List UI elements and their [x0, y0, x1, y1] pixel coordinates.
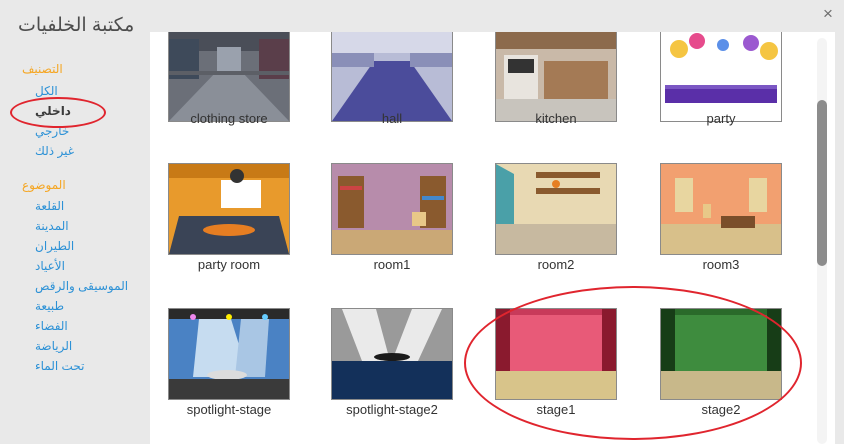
category-other[interactable]: غير ذلك — [35, 144, 74, 158]
theme-space[interactable]: الفضاء — [35, 319, 68, 333]
theme-music-dance[interactable]: الموسيقى والرقص — [35, 279, 128, 293]
backdrop-label: stage2 — [701, 402, 741, 417]
scrollbar-thumb[interactable] — [817, 100, 827, 266]
hall-thumbnail — [331, 32, 453, 122]
theme-heading: الموضوع — [22, 178, 66, 192]
room2-thumbnail — [495, 163, 617, 255]
category-indoors[interactable]: داخلي — [35, 104, 71, 118]
backdrop-label: stage1 — [536, 402, 576, 417]
theme-sports[interactable]: الرياضة — [35, 339, 72, 353]
theme-nature[interactable]: طبيعة — [35, 299, 64, 313]
vertical-scrollbar[interactable] — [817, 38, 827, 444]
stage1-thumbnail — [495, 308, 617, 400]
backdrop-label: room3 — [702, 257, 740, 272]
close-icon[interactable]: × — [823, 4, 833, 24]
party-room-thumbnail — [168, 163, 290, 255]
clothing-store-thumbnail — [168, 32, 290, 122]
backdrop-label: hall — [381, 111, 403, 126]
backdrop-label: kitchen — [535, 111, 577, 126]
category-outdoors[interactable]: خارجي — [35, 124, 69, 138]
spotlight-stage-thumbnail — [168, 308, 290, 400]
dialog-title: مكتبة الخلفيات — [18, 15, 135, 36]
kitchen-thumbnail — [495, 32, 617, 122]
theme-flying[interactable]: الطيران — [35, 239, 74, 253]
spotlight-stage2-thumbnail — [331, 308, 453, 400]
backdrop-label: spotlight-stage2 — [346, 402, 438, 417]
backdrop-label: party — [706, 111, 736, 126]
room1-thumbnail — [331, 163, 453, 255]
category-all[interactable]: الكل — [35, 84, 58, 98]
theme-holiday[interactable]: الأعياد — [35, 259, 65, 273]
stage2-thumbnail — [660, 308, 782, 400]
backdrop-label: room2 — [537, 257, 575, 272]
backdrop-label: party room — [197, 257, 261, 272]
backdrop-grid: clothing store hall kitchen party party … — [150, 32, 835, 444]
room3-thumbnail — [660, 163, 782, 255]
backdrop-label: room1 — [373, 257, 411, 272]
party-thumbnail — [660, 32, 782, 122]
theme-city[interactable]: المدينة — [35, 219, 69, 233]
category-heading: التصنيف — [22, 62, 63, 76]
theme-castle[interactable]: القلعة — [35, 199, 64, 213]
theme-underwater[interactable]: تحت الماء — [35, 359, 84, 373]
backdrop-label: spotlight-stage — [186, 402, 272, 417]
backdrop-label: clothing store — [190, 111, 268, 126]
